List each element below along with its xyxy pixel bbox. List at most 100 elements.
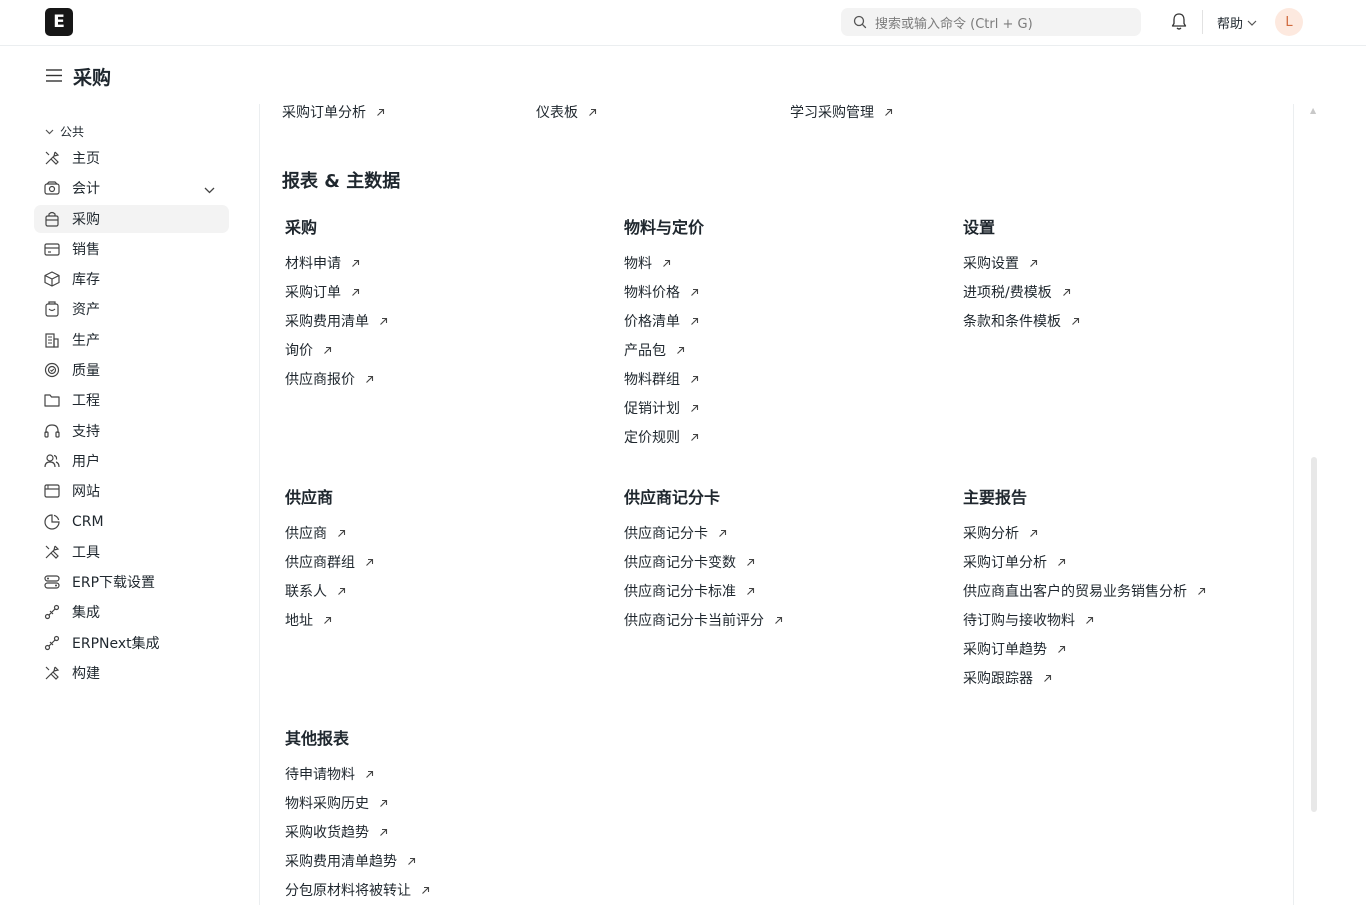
notification-bell-icon[interactable] xyxy=(1170,12,1188,32)
card-link[interactable]: 供应商记分卡 xyxy=(624,523,727,543)
card-link[interactable]: 采购分析 xyxy=(963,523,1038,543)
sidebar-item[interactable]: 工程 xyxy=(34,386,229,414)
sidebar-item[interactable]: 构建 xyxy=(34,659,229,687)
card-link[interactable]: 供应商记分卡当前评分 xyxy=(624,610,783,630)
card-link[interactable]: 定价规则 xyxy=(624,427,699,447)
arrow-up-right-icon xyxy=(324,346,332,354)
card-link[interactable]: 询价 xyxy=(285,340,332,360)
arrow-up-right-icon xyxy=(1072,317,1080,325)
card-link[interactable]: 价格清单 xyxy=(624,311,699,331)
stock-icon xyxy=(43,270,61,288)
chevron-down-icon[interactable] xyxy=(204,182,215,198)
scrollbar-thumb[interactable] xyxy=(1311,457,1317,812)
content-right-border xyxy=(1293,104,1294,905)
card-link[interactable]: 物料群组 xyxy=(624,369,699,389)
card-link[interactable]: 采购订单 xyxy=(285,282,360,302)
sidebar-group-label: 公共 xyxy=(60,125,85,139)
card-link[interactable]: 供应商记分卡变数 xyxy=(624,552,755,572)
card-link[interactable]: 物料价格 xyxy=(624,282,699,302)
sidebar-group-public[interactable]: 公共 xyxy=(45,123,84,140)
card-link-label: 供应商记分卡 xyxy=(624,526,708,542)
card-link[interactable]: 地址 xyxy=(285,610,332,630)
sidebar-item[interactable]: CRM xyxy=(34,508,229,536)
card-link[interactable]: 供应商记分卡标准 xyxy=(624,581,755,601)
card-link[interactable]: 待订购与接收物料 xyxy=(963,610,1094,630)
arrow-up-right-icon xyxy=(663,259,671,267)
card-link[interactable]: 采购跟踪器 xyxy=(963,668,1052,688)
sidebar-item[interactable]: 用户 xyxy=(34,447,229,475)
card-link[interactable]: 联系人 xyxy=(285,581,346,601)
sidebar-item[interactable]: 质量 xyxy=(34,356,229,384)
assets-icon xyxy=(43,300,61,318)
card-link-label: 采购费用清单 xyxy=(285,314,369,330)
card-link-label: 供应商群组 xyxy=(285,555,355,571)
card-link[interactable]: 采购订单趋势 xyxy=(963,639,1066,659)
sidebar-item[interactable]: 集成 xyxy=(34,598,229,626)
sidebar-item[interactable]: 网站 xyxy=(34,477,229,505)
card-link[interactable]: 促销计划 xyxy=(624,398,699,418)
card-title: 供应商 xyxy=(285,488,334,507)
sidebar-item[interactable]: 库存 xyxy=(34,265,229,293)
card-link[interactable]: 进项税/费模板 xyxy=(963,282,1071,302)
card-link-label: 采购订单 xyxy=(285,285,341,301)
arrow-up-right-icon xyxy=(408,857,416,865)
card-link[interactable]: 分包原材料将被转让 xyxy=(285,880,430,900)
sidebar-item[interactable]: 资产 xyxy=(34,295,229,323)
sidebar-item[interactable]: 支持 xyxy=(34,417,229,445)
chevron-down-icon xyxy=(1247,20,1257,26)
card-link-label: 地址 xyxy=(285,613,313,629)
arrow-up-right-icon xyxy=(1198,587,1206,595)
sidebar-item[interactable]: 会计 xyxy=(34,174,229,202)
card-link-label: 采购订单分析 xyxy=(963,555,1047,571)
card-link[interactable]: 材料申请 xyxy=(285,253,360,273)
sidebar-item-label: 用户 xyxy=(72,454,100,470)
user-avatar[interactable]: L xyxy=(1275,8,1303,36)
arrow-up-right-icon xyxy=(352,288,360,296)
arrow-up-right-icon xyxy=(775,616,783,624)
arrow-up-right-icon xyxy=(691,433,699,441)
sidebar-item-label: 采购 xyxy=(72,212,100,228)
card-link[interactable]: 条款和条件模板 xyxy=(963,311,1080,331)
help-dropdown[interactable]: 帮助 xyxy=(1217,13,1257,32)
sidebar-item[interactable]: 销售 xyxy=(34,235,229,263)
card-link-label: 物料群组 xyxy=(624,372,680,388)
card-link[interactable]: 采购设置 xyxy=(963,253,1038,273)
card-link[interactable]: 物料 xyxy=(624,253,671,273)
card-link[interactable]: 供应商报价 xyxy=(285,369,374,389)
website-icon xyxy=(43,482,61,500)
card-link[interactable]: 采购费用清单 xyxy=(285,311,388,331)
card-link[interactable]: 物料采购历史 xyxy=(285,793,388,813)
tools-icon xyxy=(43,543,61,561)
card-link[interactable]: 采购费用清单趋势 xyxy=(285,851,416,871)
card-link[interactable]: 供应商 xyxy=(285,523,346,543)
arrow-up-right-icon xyxy=(1030,259,1038,267)
card-link-label: 供应商 xyxy=(285,526,327,542)
card-link[interactable]: 采购收货趋势 xyxy=(285,822,388,842)
sidebar-item[interactable]: 生产 xyxy=(34,326,229,354)
app-logo[interactable]: E xyxy=(45,8,73,36)
sidebar-item[interactable]: 主页 xyxy=(34,144,229,172)
card-link[interactable]: 产品包 xyxy=(624,340,685,360)
shortcut-link[interactable]: 采购订单分析 xyxy=(282,104,385,122)
sidebar-item[interactable]: ERP下载设置 xyxy=(34,568,229,596)
card-link[interactable]: 待申请物料 xyxy=(285,764,374,784)
shortcut-link[interactable]: 学习采购管理 xyxy=(790,104,893,122)
arrow-up-right-icon xyxy=(352,259,360,267)
card-title: 设置 xyxy=(963,218,996,237)
card-link[interactable]: 采购订单分析 xyxy=(963,552,1066,572)
sidebar-item[interactable]: ERPNext集成 xyxy=(34,629,229,657)
card-link-label: 物料 xyxy=(624,256,652,272)
sidebar-item[interactable]: 采购 xyxy=(34,205,229,233)
accounting-icon xyxy=(43,179,61,197)
arrow-up-right-icon xyxy=(338,529,346,537)
card-link[interactable]: 供应商群组 xyxy=(285,552,374,572)
arrow-up-right-icon xyxy=(366,558,374,566)
scroll-up-icon[interactable]: ▲ xyxy=(1310,106,1316,115)
search-bar[interactable]: 搜索或输入命令 (Ctrl + G) xyxy=(841,8,1141,36)
sidebar-item[interactable]: 工具 xyxy=(34,538,229,566)
card-link-label: 供应商记分卡标准 xyxy=(624,584,736,600)
folder-icon xyxy=(43,391,61,409)
shortcut-link[interactable]: 仪表板 xyxy=(536,104,597,122)
card-link[interactable]: 供应商直出客户的贸易业务销售分析 xyxy=(963,581,1206,601)
sidebar-toggle-icon[interactable] xyxy=(46,69,62,82)
